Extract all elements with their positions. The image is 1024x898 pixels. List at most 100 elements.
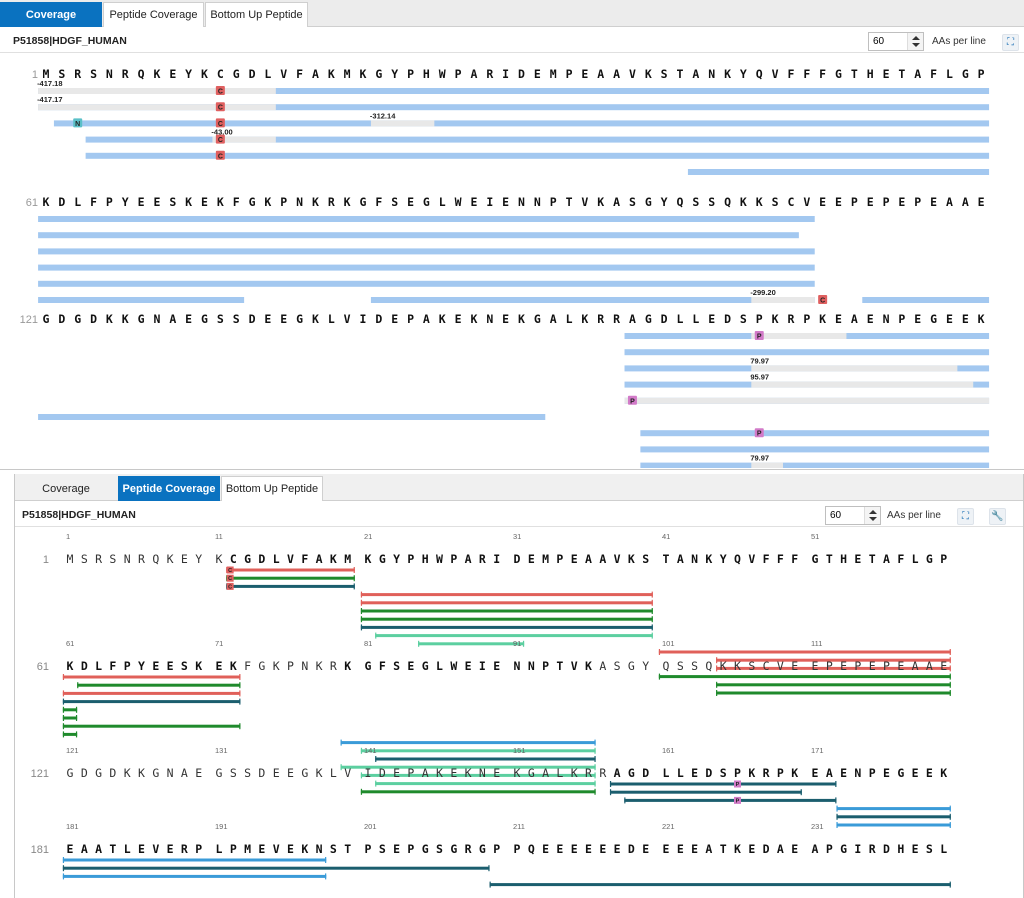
residue: T (556, 659, 563, 673)
residue: S (661, 67, 668, 81)
peptide-end-tick (949, 681, 951, 688)
residue: V (344, 312, 351, 326)
tick-label: 61 (66, 639, 74, 648)
modified-segment (751, 381, 974, 388)
residue: P (550, 195, 557, 209)
mass-shift-label: -312.14 (370, 111, 396, 120)
stepper-arrows[interactable] (907, 33, 923, 50)
tab-coverage[interactable]: Coverage (0, 2, 102, 27)
residue: M (344, 552, 351, 566)
mass-shift-label: -417.17 (37, 95, 62, 104)
tab-peptide-coverage[interactable]: Peptide Coverage (103, 2, 204, 27)
peptide-bar (77, 683, 241, 687)
tab-coverage[interactable]: Coverage (15, 476, 117, 501)
residue: F (379, 659, 386, 673)
residue: D (661, 312, 668, 326)
arrow-down-icon[interactable] (869, 517, 877, 521)
residue: K (365, 552, 372, 566)
aas-per-line-stepper[interactable] (868, 32, 924, 51)
tick-label: 51 (811, 532, 819, 541)
peptide-start-tick (624, 797, 626, 804)
residue: I (854, 842, 861, 856)
residue: E (280, 312, 287, 326)
tab-peptide-coverage[interactable]: Peptide Coverage (118, 476, 220, 501)
residue: S (629, 195, 636, 209)
residue: S (691, 659, 698, 673)
peptide-bar (716, 691, 951, 695)
peptide-end-tick (75, 706, 78, 713)
mod-P-label: P (630, 398, 635, 405)
residue: K (122, 312, 129, 326)
residue: F (375, 195, 382, 209)
residue: G (812, 552, 819, 566)
residue: K (312, 195, 319, 209)
residue: E (840, 659, 847, 673)
arrow-down-icon[interactable] (912, 43, 920, 47)
residue: R (597, 312, 604, 326)
peptide-start-tick (716, 665, 718, 672)
aas-per-line-input[interactable] (826, 507, 864, 524)
residue: G (835, 67, 842, 81)
residue: G (422, 842, 429, 856)
residue: M (344, 67, 351, 81)
residue: K (645, 67, 652, 81)
wrench-icon[interactable]: 🔧 (989, 508, 1006, 525)
residue: S (748, 659, 755, 673)
residue: V (629, 67, 636, 81)
aas-per-line-stepper[interactable] (825, 506, 881, 525)
residue: N (153, 312, 160, 326)
residue: A (181, 766, 188, 780)
expand-icon[interactable]: ⛶ (1002, 34, 1019, 51)
residue: G (962, 67, 969, 81)
residue: A (597, 67, 604, 81)
aas-per-line-input[interactable] (869, 33, 907, 50)
peptide-start-tick (360, 591, 363, 598)
peptide-end-tick (325, 873, 327, 880)
residue: E (930, 195, 937, 209)
residue: A (812, 842, 819, 856)
residue: T (677, 67, 684, 81)
peptide-end-tick (949, 805, 951, 812)
residue: G (365, 659, 372, 673)
residue: E (898, 195, 905, 209)
residue: E (854, 552, 861, 566)
mod-C-label: C (218, 137, 223, 144)
peptide-end-tick (594, 788, 596, 795)
stepper-arrows[interactable] (864, 507, 880, 524)
residue: N (691, 552, 698, 566)
residue: S (169, 195, 176, 209)
residue: D (258, 552, 265, 566)
expand-icon[interactable]: ⛶ (957, 508, 974, 525)
residue: P (978, 67, 985, 81)
residue: G (628, 766, 635, 780)
arrow-up-icon[interactable] (869, 510, 877, 514)
residue: G (67, 766, 74, 780)
tab-bottom-up-peptide[interactable]: Bottom Up Peptide (205, 2, 308, 27)
residue: N (528, 659, 535, 673)
peptide-start-tick (609, 789, 612, 796)
residue: E (571, 842, 578, 856)
residue: P (883, 195, 890, 209)
peptide-bar (62, 708, 78, 712)
residue: K (344, 659, 351, 673)
residue: P (106, 195, 113, 209)
peptide-bar (340, 741, 596, 745)
peptide-end-tick (949, 813, 951, 820)
mod-C-label: C (218, 105, 223, 112)
tab-bottom-up-peptide[interactable]: Bottom Up Peptide (221, 476, 323, 501)
residue: S (379, 842, 386, 856)
residue: D (81, 659, 88, 673)
coverage-bar (38, 280, 815, 287)
tick-label: 111 (811, 639, 822, 648)
residue: F (301, 552, 308, 566)
residue: I (479, 659, 486, 673)
residue: P (803, 312, 810, 326)
modified-segment (751, 365, 958, 372)
residue: D (58, 195, 65, 209)
residue: T (344, 842, 351, 856)
residue: G (479, 842, 486, 856)
residue: E (181, 552, 188, 566)
arrow-up-icon[interactable] (912, 36, 920, 40)
residue: M (244, 842, 251, 856)
residue: N (486, 312, 493, 326)
